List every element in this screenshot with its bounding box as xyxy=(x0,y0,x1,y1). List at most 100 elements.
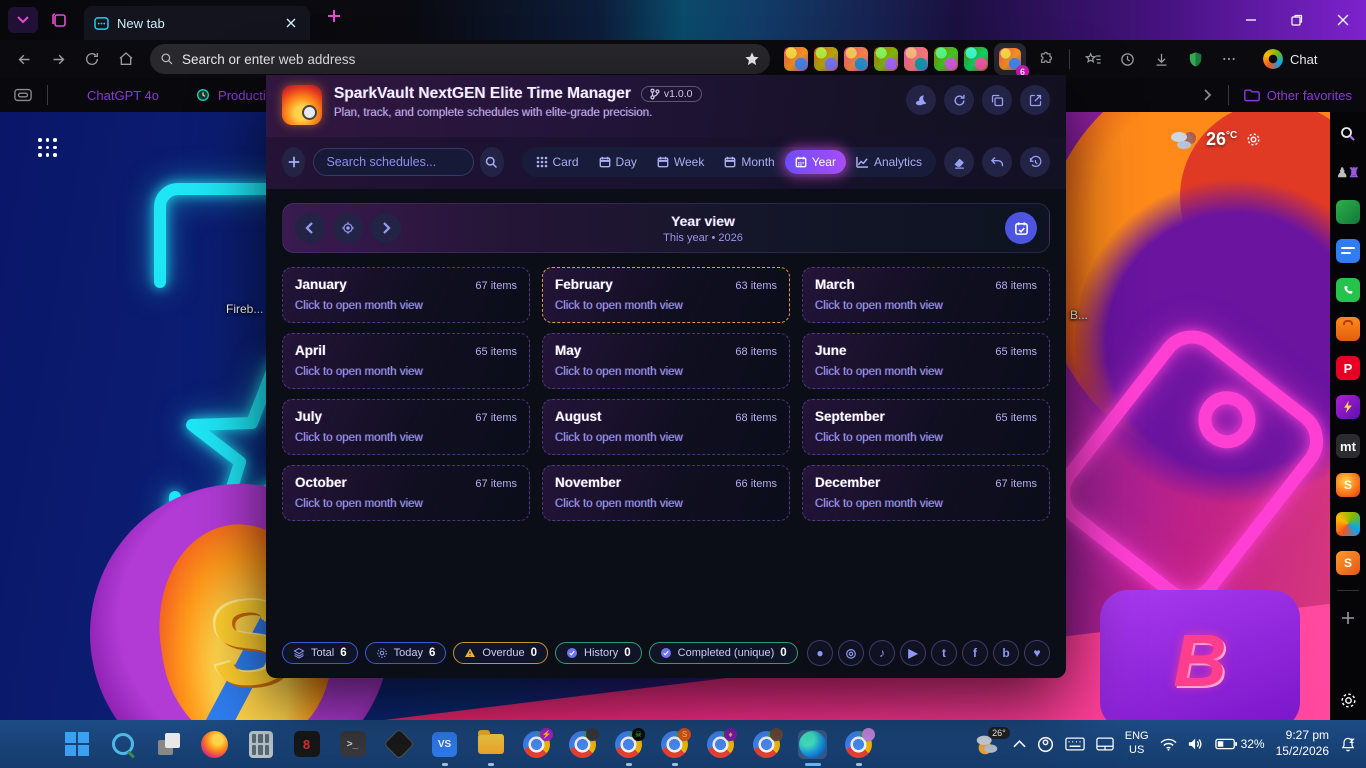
address-bar[interactable] xyxy=(150,44,770,74)
history-restore-button[interactable] xyxy=(1020,147,1050,177)
stat-overdue[interactable]: Overdue 0 xyxy=(453,642,549,664)
other-favorites[interactable]: Other favorites xyxy=(1243,88,1352,103)
taskbar-chrome-7[interactable] xyxy=(844,727,875,766)
clear-button[interactable] xyxy=(944,147,974,177)
history-button[interactable] xyxy=(1113,45,1141,73)
tray-weather[interactable]: 26° xyxy=(972,727,1010,757)
support-heart-icon[interactable]: ♥ xyxy=(1024,640,1050,666)
month-card-july[interactable]: July 67 items Click to open month view xyxy=(282,399,530,455)
month-card-october[interactable]: October 67 items Click to open month view xyxy=(282,465,530,521)
stat-history[interactable]: History 0 xyxy=(555,642,642,664)
taskbar-chrome-2[interactable] xyxy=(568,727,599,759)
dribbble-icon[interactable]: ● xyxy=(807,640,833,666)
twitter-icon[interactable]: t xyxy=(931,640,957,666)
next-year-button[interactable] xyxy=(371,213,401,243)
taskbar-firefox-icon[interactable] xyxy=(200,730,229,759)
extension-icon-3[interactable] xyxy=(844,47,868,71)
taskbar-chrome-4[interactable]: S xyxy=(660,727,691,766)
add-schedule-button[interactable] xyxy=(282,147,306,177)
reload-button[interactable] xyxy=(78,45,106,73)
home-button[interactable] xyxy=(112,45,140,73)
taskbar-calculator-icon[interactable] xyxy=(246,730,275,759)
apps-grid-button[interactable] xyxy=(38,138,58,158)
extension-icon-1[interactable] xyxy=(784,47,808,71)
tray-language[interactable]: ENG US xyxy=(1125,730,1149,758)
extension-icon-6[interactable] xyxy=(934,47,958,71)
month-card-june[interactable]: June 65 items Click to open month view xyxy=(802,333,1050,389)
bookmark-star-icon[interactable] xyxy=(744,51,760,67)
sidebar-green-app-icon[interactable] xyxy=(1336,200,1360,224)
extension-icon-4[interactable] xyxy=(874,47,898,71)
sidebar-s-square-icon[interactable]: S xyxy=(1336,551,1360,575)
taskbar-app8-icon[interactable]: 8 xyxy=(292,730,321,759)
undo-button[interactable] xyxy=(982,147,1012,177)
taskbar-search-button[interactable] xyxy=(108,730,137,759)
sidebar-add-panel-button[interactable] xyxy=(1336,606,1360,630)
address-input[interactable] xyxy=(182,51,736,67)
desktop-icon-label-1[interactable]: Fireb... xyxy=(226,302,263,316)
tray-chevron-up[interactable] xyxy=(1013,740,1026,748)
sidebar-copilot-icon[interactable] xyxy=(1336,512,1360,536)
downloads-button[interactable] xyxy=(1147,45,1175,73)
bookmarks-overflow-chevron[interactable] xyxy=(1201,89,1213,101)
tray-clock[interactable]: 9:27 pm 15/2/2026 xyxy=(1276,728,1329,759)
previous-year-button[interactable] xyxy=(295,213,325,243)
new-tab-button[interactable] xyxy=(326,8,342,24)
workspaces-icon[interactable] xyxy=(46,7,72,33)
tray-battery[interactable]: 32% xyxy=(1214,737,1265,751)
theme-toggle-button[interactable] xyxy=(906,85,936,115)
close-window-button[interactable] xyxy=(1320,0,1366,40)
active-extension-icon[interactable]: 6 xyxy=(994,43,1029,78)
copy-button[interactable] xyxy=(982,85,1012,115)
sidebar-chess-icon[interactable]: ♟ ♜ xyxy=(1336,161,1360,185)
tray-touchpad-icon[interactable] xyxy=(1096,737,1114,751)
back-button[interactable] xyxy=(10,45,38,73)
sidebar-messages-icon[interactable] xyxy=(1336,239,1360,263)
taskbar-terminal-icon[interactable]: >_ xyxy=(338,730,367,759)
favorites-button[interactable] xyxy=(1079,45,1107,73)
schedule-search-input[interactable] xyxy=(326,155,462,169)
sidebar-mt-app-icon[interactable]: mt xyxy=(1336,434,1360,458)
open-external-button[interactable] xyxy=(1020,85,1050,115)
month-card-december[interactable]: December 67 items Click to open month vie… xyxy=(802,465,1050,521)
sidebar-search-icon[interactable] xyxy=(1336,122,1360,146)
month-card-september[interactable]: September 65 items Click to open month vi… xyxy=(802,399,1050,455)
taskbar-chrome-5[interactable]: ♦ xyxy=(706,727,737,759)
stat-completed[interactable]: Completed (unique) 0 xyxy=(648,642,798,664)
tray-wifi-icon[interactable] xyxy=(1160,738,1177,751)
adblock-shield-icon[interactable] xyxy=(1181,45,1209,73)
taskbar-chrome-1[interactable]: ⚡ xyxy=(522,727,553,759)
bluesky-icon[interactable]: b xyxy=(993,640,1019,666)
youtube-icon[interactable]: ▶ xyxy=(900,640,926,666)
month-card-march[interactable]: March 68 items Click to open month view xyxy=(802,267,1050,323)
weather-widget[interactable]: 26°C xyxy=(1168,128,1262,150)
sidebar-settings-gear-icon[interactable] xyxy=(1336,688,1360,712)
tab-week-view[interactable]: Week xyxy=(647,150,714,174)
browser-tab[interactable]: New tab xyxy=(84,6,310,40)
stat-today[interactable]: Today 6 xyxy=(364,642,447,664)
tray-keyboard-icon[interactable] xyxy=(1065,737,1085,751)
month-card-may[interactable]: May 68 items Click to open month view xyxy=(542,333,790,389)
tray-notification-bell[interactable] xyxy=(1340,736,1356,752)
restore-button[interactable] xyxy=(1274,0,1320,40)
tab-close-button[interactable] xyxy=(282,14,300,32)
sidebar-s-flame-icon[interactable]: S xyxy=(1336,473,1360,497)
schedule-search-field[interactable] xyxy=(313,148,475,176)
task-view-button[interactable] xyxy=(154,730,183,759)
extension-icon-2[interactable] xyxy=(814,47,838,71)
extensions-puzzle-button[interactable] xyxy=(1032,45,1060,73)
taskbar-inkscape-icon[interactable] xyxy=(382,728,415,760)
month-card-november[interactable]: November 66 items Click to open month vie… xyxy=(542,465,790,521)
month-card-april[interactable]: April 65 items Click to open month view xyxy=(282,333,530,389)
month-card-august[interactable]: August 68 items Click to open month view xyxy=(542,399,790,455)
tab-card-view[interactable]: Card xyxy=(526,150,589,174)
weather-settings-gear-icon[interactable] xyxy=(1245,131,1262,148)
sidebar-toolbox-icon[interactable] xyxy=(1336,317,1360,341)
sidebar-lightning-app-icon[interactable] xyxy=(1336,395,1360,419)
tray-obs-icon[interactable] xyxy=(1037,736,1054,753)
copilot-chat-button[interactable]: Chat xyxy=(1255,49,1325,69)
bookmarks-sidebar-icon[interactable] xyxy=(14,88,32,102)
month-card-january[interactable]: January 67 items Click to open month view xyxy=(282,267,530,323)
tray-volume-icon[interactable] xyxy=(1188,737,1204,751)
tab-analytics-view[interactable]: Analytics xyxy=(846,150,932,174)
